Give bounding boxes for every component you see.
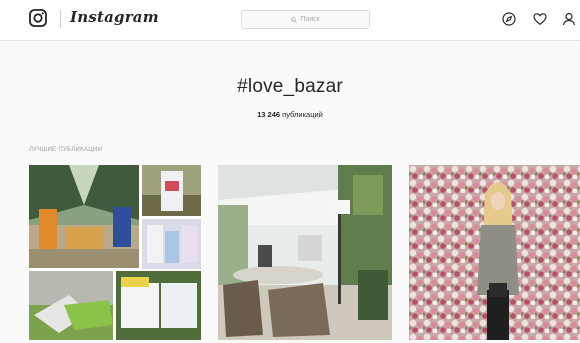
- logo-divider: [60, 10, 61, 28]
- search-input[interactable]: Поиск: [241, 10, 370, 29]
- post-thumbnail-flower-wall[interactable]: [409, 165, 580, 340]
- publication-count-number: 13 246: [257, 110, 281, 119]
- search-placeholder: Поиск: [300, 16, 320, 23]
- hashtag-title: #love_bazar: [237, 76, 343, 97]
- post-thumbnail-collage[interactable]: [29, 165, 201, 340]
- publication-count-suffix: публикаций: [280, 110, 323, 119]
- publication-count: 13 246 публикаций: [0, 110, 580, 119]
- top-posts-label: ЛУЧШИЕ ПУБЛИКАЦИИ: [29, 147, 103, 153]
- compass-icon[interactable]: [502, 12, 516, 26]
- search-icon: [291, 16, 297, 23]
- top-navigation-bar: Instagram Поиск: [0, 0, 580, 41]
- instagram-logo-icon[interactable]: [29, 9, 47, 27]
- heart-icon[interactable]: [533, 12, 547, 26]
- post-thumbnail-terrace[interactable]: [218, 165, 392, 340]
- instagram-wordmark[interactable]: Instagram: [70, 8, 159, 26]
- profile-icon[interactable]: [562, 12, 576, 26]
